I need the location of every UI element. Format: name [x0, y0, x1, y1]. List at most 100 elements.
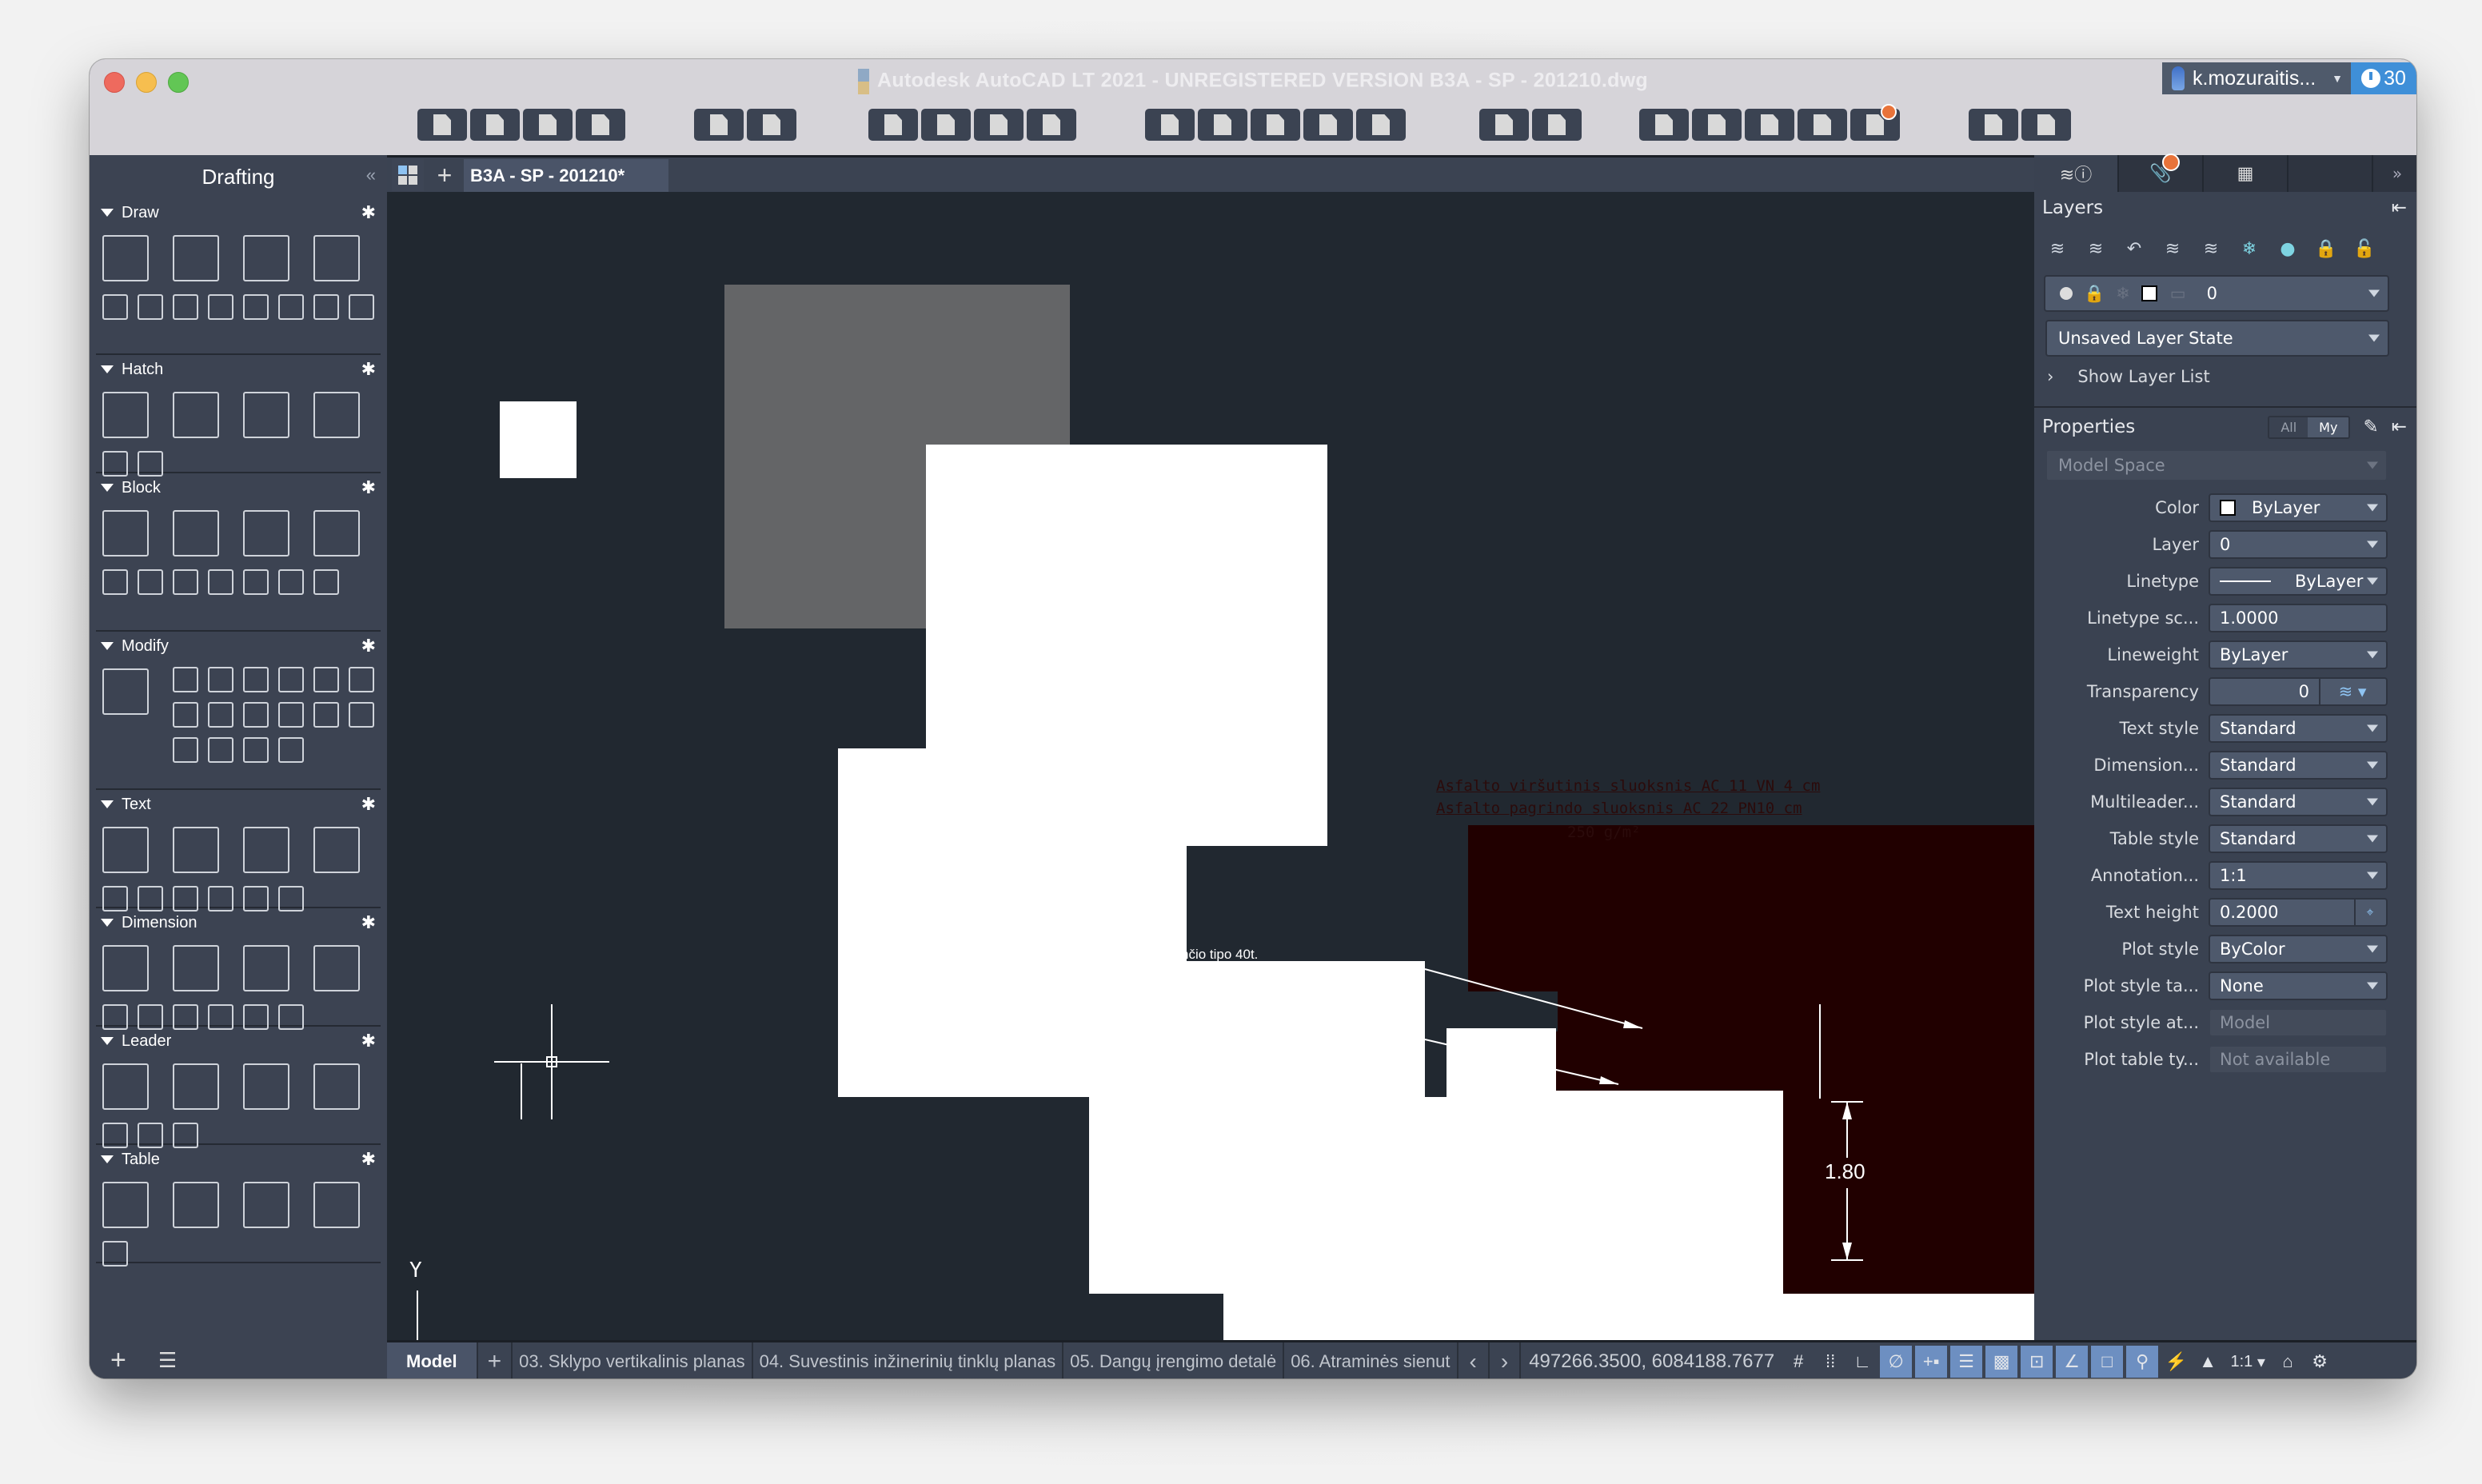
radius-dimension-icon[interactable] — [313, 945, 360, 991]
polyline-icon[interactable] — [173, 235, 219, 281]
multileader-dropdown[interactable]: Standard — [2209, 788, 2388, 816]
transparency-icon[interactable]: ▩ — [1985, 1346, 2018, 1378]
gear-icon[interactable]: ✱ — [361, 1031, 376, 1051]
gear-icon[interactable]: ✱ — [361, 477, 376, 498]
ortho-icon[interactable]: ∟ — [1846, 1342, 1878, 1378]
gear-icon[interactable]: ✱ — [361, 202, 376, 223]
fillet-icon[interactable] — [278, 667, 304, 692]
linear-dimension-icon[interactable] — [243, 945, 289, 991]
create-block-icon[interactable] — [102, 510, 149, 556]
ray-icon[interactable] — [313, 294, 339, 320]
tab-blocks[interactable]: ▦ — [2204, 155, 2288, 192]
section-header-draw[interactable]: Draw ✱ — [96, 198, 381, 227]
gear-icon[interactable]: ✱ — [361, 1149, 376, 1170]
previous-layer-icon[interactable]: ↶ — [2121, 235, 2148, 262]
annotation-visibility-icon[interactable]: ⚲ — [2126, 1346, 2159, 1378]
dimension-dropdown[interactable]: Standard — [2209, 751, 2388, 780]
line-icon[interactable] — [102, 235, 149, 281]
show-layer-list-toggle[interactable]: › Show Layer List — [2034, 357, 2416, 397]
drawing-canvas[interactable]: Asfalto viršutinis sluoksnis AC 11 VN 4 … — [387, 192, 2034, 1340]
transparency-dropdown[interactable]: 0 ≋ ▾ — [2209, 677, 2388, 706]
text-height-input[interactable]: 0.2000 ⌖ — [2209, 898, 2388, 927]
polar-tracking-icon[interactable]: ∅ — [1880, 1346, 1913, 1378]
tab-layout[interactable]: 04. Suvestinis inžinerinių tinklų planas — [753, 1342, 1064, 1378]
multileader-style-icon[interactable] — [173, 1063, 219, 1110]
palette-menu-icon[interactable]: ☰ — [158, 1348, 177, 1373]
new-layer-icon[interactable]: ≋ — [2044, 235, 2071, 262]
revcloud-icon[interactable] — [278, 294, 304, 320]
coordinates-readout[interactable]: 497266.3500, 6084188.7677 — [1521, 1342, 1782, 1378]
plot-button[interactable] — [868, 109, 918, 141]
properties-match-button[interactable] — [1639, 109, 1689, 141]
lineweight-dropdown[interactable]: ByLayer — [2209, 640, 2388, 669]
object-snap-tracking-icon[interactable]: +▪ — [1915, 1346, 1948, 1378]
break-icon[interactable] — [349, 702, 374, 728]
workspace-icon[interactable]: ⌂ — [2272, 1342, 2304, 1378]
tab-properties[interactable]: ≋ⓘ — [2034, 155, 2119, 192]
scale-dropdown[interactable]: 1:1 ▾ — [2224, 1342, 2272, 1378]
layer-isolate-icon[interactable]: ≋ — [2159, 235, 2186, 262]
purge-button[interactable] — [1850, 104, 1900, 141]
offset-icon[interactable] — [208, 702, 233, 728]
tab-layout[interactable]: 03. Sklypo vertikalinis planas — [513, 1342, 753, 1378]
auto-scale-icon[interactable]: ⚡ — [2160, 1342, 2192, 1378]
trial-days-badge[interactable]: 30 — [2351, 62, 2416, 94]
gear-icon[interactable]: ✱ — [361, 359, 376, 380]
save-button[interactable] — [523, 109, 573, 141]
section-header-block[interactable]: Block ✱ — [96, 473, 381, 502]
point-icon[interactable] — [243, 294, 269, 320]
grid-icon[interactable]: # — [1782, 1342, 1814, 1378]
arc-icon[interactable] — [102, 294, 128, 320]
erase-icon[interactable] — [278, 737, 304, 763]
gear-icon[interactable]: ✱ — [361, 794, 376, 815]
new-tab-button[interactable]: + — [429, 159, 461, 191]
layer-walk-button[interactable] — [1798, 109, 1847, 141]
current-layer-dropdown[interactable]: 🔒 ❄ ▭ 0 — [2044, 275, 2389, 312]
rectangle-icon[interactable] — [313, 235, 360, 281]
spline-icon[interactable] — [138, 294, 163, 320]
copy-icon[interactable] — [173, 667, 198, 692]
layer-dropdown[interactable]: 0 — [2209, 530, 2388, 559]
snap-icon[interactable]: ⁞⁞ — [1814, 1342, 1846, 1378]
edit-properties-icon[interactable]: ✎ — [2363, 417, 2378, 437]
mirror-icon[interactable] — [349, 667, 374, 692]
overkill-icon[interactable] — [243, 737, 269, 763]
dock-icon[interactable]: ⇤ — [2392, 417, 2407, 437]
table-icon[interactable] — [102, 1182, 149, 1228]
edit-block-icon[interactable] — [243, 510, 289, 556]
publish-button[interactable] — [1027, 109, 1076, 141]
trim-icon[interactable] — [243, 667, 269, 692]
table-style-icon[interactable] — [243, 1182, 289, 1228]
linetype-dropdown[interactable]: ByLayer — [2209, 567, 2388, 596]
lineweight-icon[interactable]: ☰ — [1950, 1346, 1983, 1378]
section-header-table[interactable]: Table ✱ — [96, 1145, 381, 1174]
match-layer-icon[interactable]: ≋ — [2082, 235, 2109, 262]
object-snap-icon[interactable]: □ — [2091, 1346, 2124, 1378]
attribute-icon[interactable] — [102, 569, 128, 595]
replace-block-icon[interactable] — [313, 569, 339, 595]
etransmit-button[interactable] — [1303, 109, 1353, 141]
linetype-sc-input[interactable]: 1.0000 — [2209, 604, 2388, 632]
hatch-edit-icon[interactable] — [173, 392, 219, 438]
scroll-tabs-right-icon[interactable]: › — [1490, 1342, 1522, 1378]
zoom-window-button[interactable] — [1479, 109, 1529, 141]
quick-select-button[interactable] — [1692, 109, 1742, 141]
base-point-icon[interactable] — [208, 569, 233, 595]
color-dropdown[interactable]: ByLayer — [2209, 493, 2388, 522]
unlock-layer-icon[interactable]: 🔓 — [2351, 235, 2378, 262]
spell-check-icon[interactable] — [313, 827, 360, 873]
freeze-layer-icon[interactable]: ❄ — [2236, 235, 2263, 262]
data-link-icon[interactable] — [173, 1182, 219, 1228]
multileader-icon[interactable] — [102, 1063, 149, 1110]
add-layout-button[interactable]: + — [478, 1342, 513, 1378]
export-button[interactable] — [1198, 109, 1247, 141]
layout-button[interactable] — [1356, 109, 1406, 141]
join-icon[interactable] — [173, 737, 198, 763]
open-button[interactable] — [470, 109, 520, 141]
save-as-button[interactable] — [576, 109, 625, 141]
update-data-link-icon[interactable] — [313, 1182, 360, 1228]
section-header-dimension[interactable]: Dimension ✱ — [96, 908, 381, 937]
user-account-menu[interactable]: k.mozuraitis... ▼ — [2162, 62, 2351, 94]
gear-icon[interactable]: ✱ — [361, 912, 376, 933]
pan-button[interactable] — [1532, 109, 1582, 141]
